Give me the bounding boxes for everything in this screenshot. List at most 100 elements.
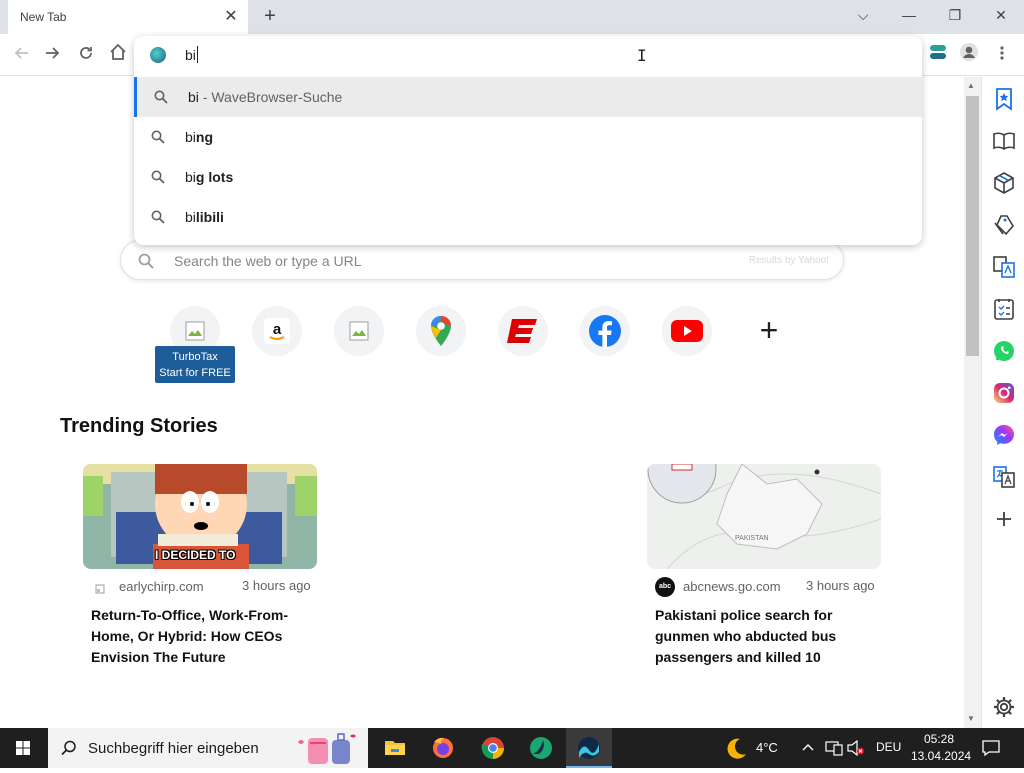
turbotax-line1: TurboTax [172, 351, 218, 363]
extensions-button[interactable] [925, 42, 951, 68]
minimize-button[interactable]: — [886, 0, 932, 30]
story-source[interactable]: earlychirp.com [119, 579, 204, 594]
svg-text:a: a [273, 321, 282, 338]
youtube-icon [671, 320, 703, 342]
page-search-bar[interactable]: Search the web or type a URL Results by … [120, 240, 844, 280]
suggestion-completion: libili [195, 209, 224, 225]
address-input[interactable]: bi [185, 47, 196, 63]
taskbar-search-box[interactable]: Suchbegriff hier eingeben [48, 728, 368, 768]
input-language[interactable]: DEU [876, 740, 901, 754]
suggestion-item[interactable]: bi - WaveBrowser-Suche [134, 77, 922, 117]
story-title[interactable]: Pakistani police search for gunmen who a… [655, 605, 875, 668]
profile-button[interactable] [956, 42, 982, 68]
suggestion-prefix: bi [185, 129, 196, 145]
wavebrowser-logo-icon [150, 47, 166, 63]
story-source[interactable]: abcnews.go.com [683, 579, 781, 594]
search-icon [138, 253, 154, 269]
suggestion-prefix: bi [185, 169, 196, 185]
instagram-icon[interactable] [992, 381, 1016, 405]
story-image-map[interactable]: PAKISTAN [647, 464, 881, 569]
suggestion-prefix: bi [185, 209, 196, 225]
shortcut-broken[interactable] [334, 306, 384, 356]
trending-title: Trending Stories [60, 415, 218, 437]
avatar-icon [960, 43, 978, 61]
title-bar: New Tab ✕ + ⌵ — ❐ ✕ [0, 0, 1024, 34]
tab-close-icon[interactable]: ✕ [222, 8, 240, 26]
story-image-cartman[interactable]: I DECIDED TO [83, 464, 317, 569]
volume-muted-icon[interactable] [847, 740, 865, 756]
suggestion-item[interactable]: bilibili [134, 197, 922, 237]
search-icon [151, 130, 165, 144]
package-box-icon[interactable] [992, 171, 1016, 195]
shortcut-espn[interactable] [498, 306, 548, 356]
google-maps-icon [431, 316, 451, 346]
reading-book-icon[interactable] [992, 129, 1016, 153]
moon-weather-icon[interactable] [722, 736, 748, 760]
whatsapp-icon[interactable] [992, 339, 1016, 363]
turbotax-line2: Start for FREE [159, 367, 231, 379]
turbotax-tooltip[interactable]: TurboTax Start for FREE [155, 346, 235, 383]
address-bar[interactable]: bi I [134, 36, 922, 74]
translate-pages-icon[interactable] [992, 255, 1016, 279]
windows-taskbar: Suchbegriff hier eingeben 4°C DEU 05:28 … [0, 728, 1024, 768]
temperature[interactable]: 4°C [756, 740, 778, 755]
tab-new-tab[interactable]: New Tab [8, 0, 248, 34]
scroll-up-icon[interactable]: ▲ [967, 81, 975, 90]
reload-icon [80, 47, 92, 59]
luggage-illustration-icon [298, 733, 356, 764]
menu-button[interactable] [989, 42, 1015, 68]
reload-button[interactable] [73, 42, 99, 68]
story-title[interactable]: Return-To-Office, Work-From-Home, Or Hyb… [91, 605, 311, 668]
home-button[interactable] [105, 42, 131, 68]
search-icon [151, 170, 165, 184]
search-icon [61, 740, 76, 756]
scroll-thumb[interactable] [966, 96, 979, 356]
page-search-placeholder: Search the web or type a URL [174, 253, 362, 269]
search-icon [151, 210, 165, 224]
espn-icon [507, 319, 537, 343]
suggestion-item[interactable]: bing [134, 117, 922, 157]
taskbar-search-placeholder: Suchbegriff hier eingeben [88, 740, 259, 757]
shortcut-youtube[interactable] [662, 306, 712, 356]
search-icon [154, 90, 168, 104]
shortcut-amazon[interactable]: a [252, 306, 302, 356]
network-icon[interactable] [825, 740, 843, 756]
start-button[interactable] [0, 728, 46, 768]
restore-button[interactable]: ❐ [932, 0, 978, 30]
story-image-caption: I DECIDED TO [155, 548, 236, 562]
messenger-icon[interactable] [992, 423, 1016, 447]
language-translate-icon[interactable] [992, 465, 1016, 489]
scroll-down-icon[interactable]: ▼ [967, 714, 975, 723]
chrome-taskbar-icon[interactable] [470, 728, 516, 768]
back-button[interactable] [8, 42, 34, 68]
price-tags-icon[interactable] [992, 213, 1016, 237]
new-tab-button[interactable]: + [259, 4, 281, 28]
checklist-icon[interactable] [992, 297, 1016, 321]
clock-time[interactable]: 05:28 [924, 732, 954, 746]
gear-icon[interactable] [992, 695, 1016, 719]
text-caret [197, 46, 198, 63]
map-label: PAKISTAN [735, 535, 769, 542]
tab-search-chevron-icon[interactable]: ⌵ [840, 0, 886, 30]
suggestion-completion: g lots [195, 169, 234, 185]
forward-button[interactable] [40, 42, 66, 68]
omnibox-dropdown: bi I bi - WaveBrowser-Suche bing big lot… [134, 36, 922, 245]
shortcut-maps[interactable] [416, 306, 466, 356]
wavebrowser-taskbar-icon[interactable] [566, 728, 612, 768]
add-shortcut-button[interactable]: + [754, 314, 784, 346]
add-sidebar-item-icon[interactable] [992, 507, 1016, 531]
close-button[interactable]: ✕ [978, 0, 1024, 30]
chevron-up-icon[interactable] [802, 742, 814, 754]
clock-date[interactable]: 13.04.2024 [911, 749, 971, 763]
search-provider-label: Results by Yahoo! [748, 255, 829, 266]
firefox-taskbar-icon[interactable] [420, 728, 466, 768]
file-explorer-taskbar-icon[interactable] [372, 728, 418, 768]
bookmark-star-icon[interactable] [992, 87, 1016, 111]
suggestion-completion: ng [195, 129, 214, 145]
forward-arrow-icon [46, 47, 60, 59]
notifications-icon[interactable] [982, 739, 1000, 757]
story-time: 3 hours ago [242, 578, 311, 593]
green-app-taskbar-icon[interactable] [518, 728, 564, 768]
shortcut-facebook[interactable] [580, 306, 630, 356]
suggestion-item[interactable]: big lots [134, 157, 922, 197]
